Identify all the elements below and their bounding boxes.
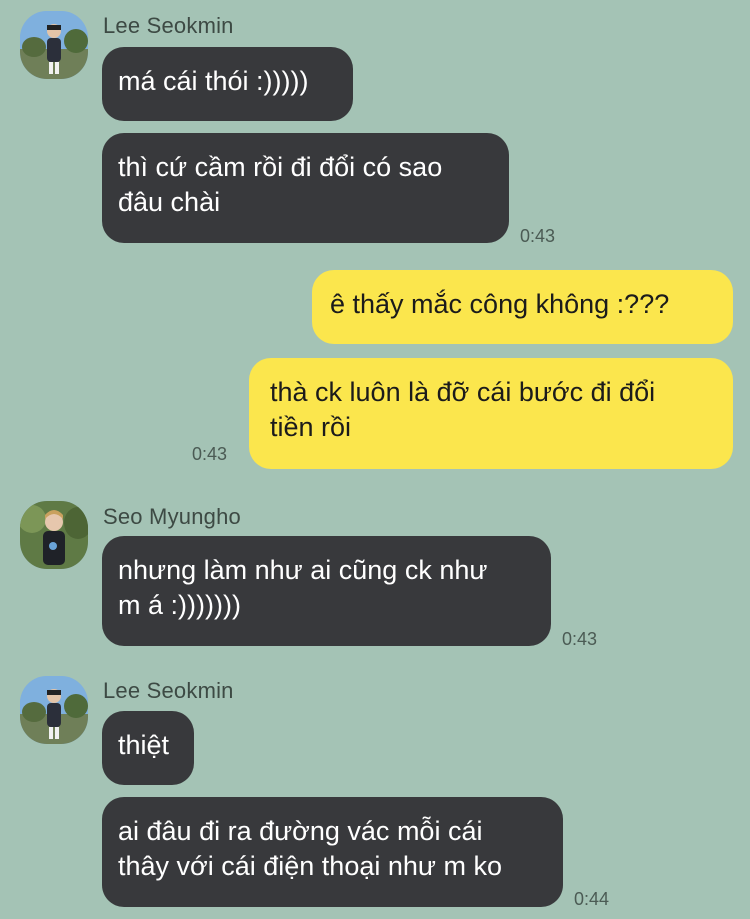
message-bubble[interactable]: ai đâu đi ra đường vác mỗi cái thây với …	[102, 797, 563, 907]
message-bubble[interactable]: thiệt	[102, 711, 194, 785]
sender-avatar-lee-seokmin[interactable]	[20, 676, 88, 744]
sender-name: Seo Myungho	[103, 504, 241, 529]
message-text: má cái thói :)))))	[118, 66, 309, 96]
message-bubble[interactable]: má cái thói :)))))	[102, 47, 353, 121]
message-text: thà ck luôn là đỡ cái bước đi đổi	[270, 377, 656, 407]
message-timestamp: 0:43	[562, 629, 598, 649]
sender-name: Lee Seokmin	[103, 13, 234, 38]
message-text: ê thấy mắc công không :???	[330, 289, 670, 319]
message-text: thì cứ cầm rồi đi đổi có sao	[118, 152, 443, 182]
message-text: ai đâu đi ra đường vác mỗi cái	[118, 816, 483, 846]
message-timestamp: 0:44	[574, 889, 610, 909]
message-text: thây với cái điện thoại như m ko	[118, 851, 502, 881]
message-text: đâu chài	[118, 187, 221, 217]
sender-avatar-lee-seokmin[interactable]	[20, 11, 88, 79]
message-text: nhưng làm như ai cũng ck như	[118, 555, 488, 585]
sender-name: Lee Seokmin	[103, 678, 234, 703]
message-timestamp: 0:43	[520, 226, 556, 246]
message-bubble[interactable]: thì cứ cầm rồi đi đổi có sao đâu chài	[102, 133, 509, 243]
message-text: m á :)))))))	[118, 590, 241, 620]
message-bubble-outgoing[interactable]: ê thấy mắc công không :???	[312, 270, 733, 344]
message-bubble[interactable]: nhưng làm như ai cũng ck như m á :))))))…	[102, 536, 551, 646]
message-text: tiền rồi	[270, 412, 352, 442]
message-timestamp: 0:43	[192, 444, 228, 464]
sender-avatar-seo-myungho[interactable]	[20, 501, 88, 569]
message-bubble-outgoing[interactable]: thà ck luôn là đỡ cái bước đi đổi tiền r…	[249, 358, 733, 469]
message-text: thiệt	[118, 730, 170, 760]
